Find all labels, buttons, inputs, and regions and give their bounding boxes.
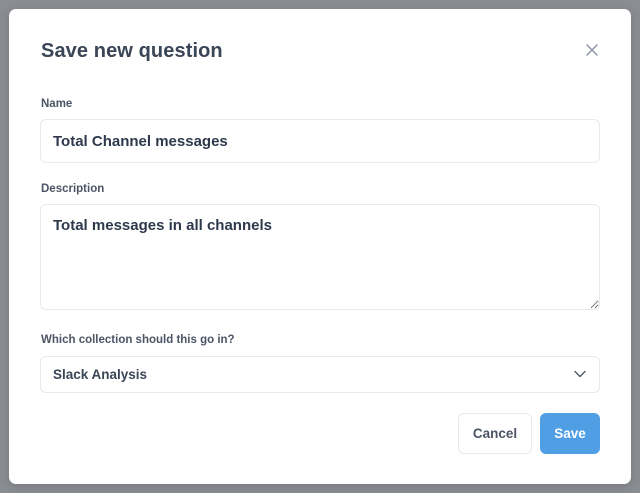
collection-label: Which collection should this go in?: [41, 334, 235, 346]
cancel-button[interactable]: Cancel: [458, 413, 532, 454]
name-input[interactable]: [40, 119, 600, 163]
close-button[interactable]: [583, 41, 601, 59]
save-button[interactable]: Save: [540, 413, 600, 454]
save-question-modal: Save new question Name Description Total…: [9, 9, 631, 484]
chevron-down-icon: [574, 370, 586, 378]
description-input[interactable]: Total messages in all channels: [40, 204, 600, 310]
collection-select-value: Slack Analysis: [53, 367, 148, 382]
name-label: Name: [41, 98, 73, 110]
description-label: Description: [41, 183, 105, 195]
close-icon: [586, 44, 598, 56]
collection-select[interactable]: Slack Analysis: [40, 356, 600, 393]
modal-title: Save new question: [41, 40, 223, 62]
